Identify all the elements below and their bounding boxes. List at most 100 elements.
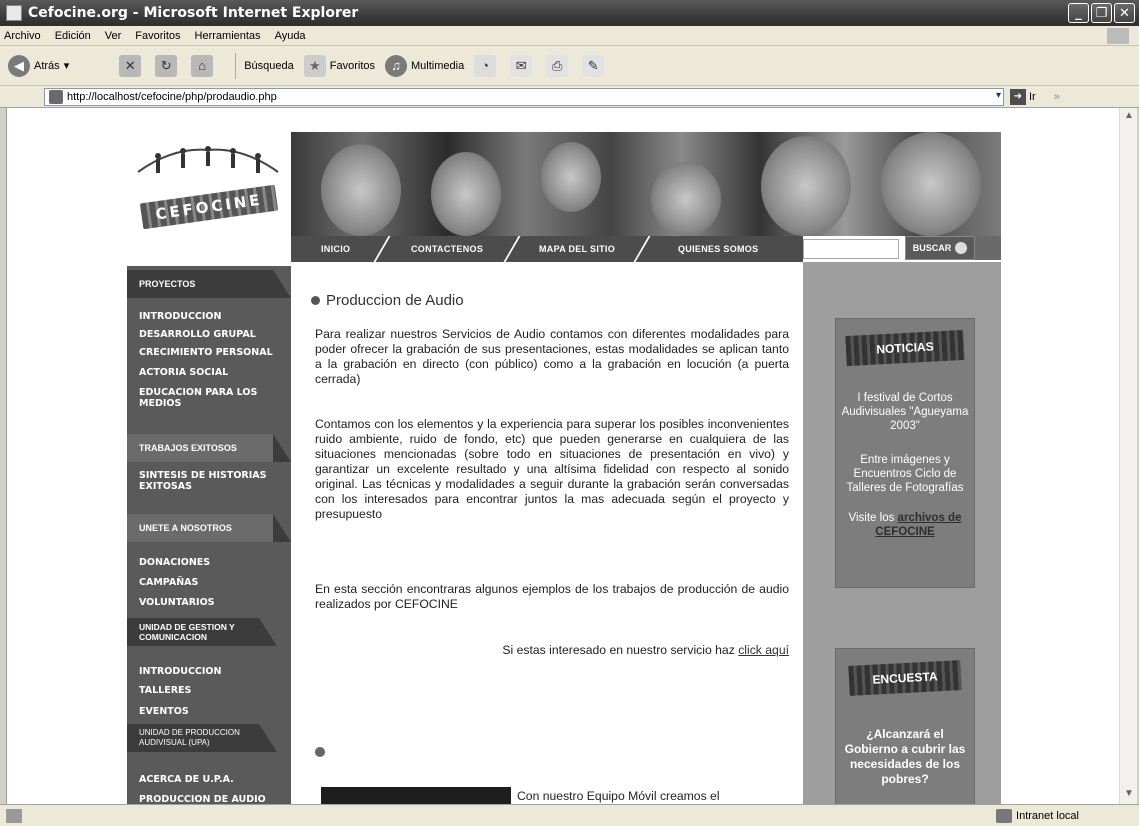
scroll-down-icon[interactable]: ▼ (1122, 788, 1136, 802)
menu-favoritos[interactable]: Favoritos (135, 30, 180, 42)
visit-text: Visite los (848, 512, 895, 524)
section-proyectos: PROYECTOS (127, 270, 291, 298)
print-button[interactable]: ⎙ (546, 54, 572, 77)
go-arrow-icon: ➜ (1010, 88, 1026, 105)
window-controls: _ ❐ ✕ (1068, 3, 1135, 23)
nav-quienes-somos[interactable]: QUIENES SOMOS (635, 236, 800, 262)
sidebar-item-donaciones[interactable]: DONACIONES (139, 557, 210, 568)
menu-bar: Archivo Edición Ver Favoritos Herramient… (0, 26, 1139, 46)
menu-archivo[interactable]: Archivo (4, 30, 41, 42)
bullet-icon (311, 296, 320, 305)
movil-text: Con nuestro Equipo Móvil creamos el (517, 789, 720, 803)
edit-button[interactable]: ✎ (582, 54, 608, 77)
sidebar-item-educacion-medios[interactable]: EDUCACION PARA LOS MEDIOS (139, 387, 285, 409)
print-icon: ⎙ (546, 54, 569, 77)
nav-contactenos[interactable]: CONTACTENOS (375, 236, 521, 262)
sidebar-item-voluntarios[interactable]: VOLUNTARIOS (139, 597, 215, 608)
noticias-card: NOTICIAS I festival de Cortos Audivisual… (835, 318, 975, 588)
site-search-button[interactable]: BUSCAR (905, 236, 975, 260)
bullet-icon (315, 747, 325, 757)
zone-label: Intranet local (1016, 809, 1079, 822)
sidebar-item-campanas[interactable]: CAMPAÑAS (139, 577, 198, 588)
links-toolbar[interactable]: » (1054, 91, 1060, 103)
page-title-text: Produccion de Audio (326, 292, 464, 309)
section-unete: UNETE A NOSOTROS (127, 514, 291, 542)
sidebar-item-introduccion-ugc[interactable]: INTRODUCCION (139, 666, 221, 677)
child-photo (541, 142, 601, 212)
nav-inicio[interactable]: INICIO (283, 236, 391, 262)
sidebar-item-actoria-social[interactable]: ACTORIA SOCIAL (139, 367, 228, 378)
minimize-button[interactable]: _ (1068, 3, 1089, 23)
menu-edicion[interactable]: Edición (55, 30, 91, 42)
stop-button[interactable]: ✕ (119, 54, 145, 77)
sidebar-item-produccion-audio[interactable]: PRODUCCION DE AUDIO (139, 794, 266, 804)
menu-ver[interactable]: Ver (105, 30, 122, 42)
vertical-scrollbar[interactable]: ▲ ▼ (1119, 108, 1137, 804)
favorites-button[interactable]: ★ Favoritos (303, 54, 376, 77)
paragraph-2: Contamos con los elementos y la experien… (315, 417, 789, 521)
section-trabajos-exitosos: TRABAJOS EXITOSOS (127, 434, 291, 462)
sidebar-item-talleres[interactable]: TALLERES (139, 685, 191, 696)
maximize-button[interactable]: ❐ (1091, 3, 1112, 23)
mail-icon: ✉ (510, 54, 533, 77)
page-status-icon (6, 808, 22, 823)
site-search-input[interactable] (803, 239, 899, 259)
contact-text: Si estas interesado en nuestro servicio … (502, 643, 735, 657)
sidebar-item-acerca-upa[interactable]: ACERCA DE U.P.A. (139, 774, 234, 785)
noticias-item-festival[interactable]: I festival de Cortos Audivisuales "Aguey… (836, 391, 974, 433)
cefocine-logo[interactable]: CEFOCINE (127, 138, 291, 230)
search-label: Búsqueda (244, 59, 294, 72)
window-titlebar: Cefocine.org - Microsoft Internet Explor… (0, 0, 1139, 26)
child-photo (651, 162, 721, 236)
history-icon: ◔ (474, 54, 497, 77)
address-input[interactable]: http://localhost/cefocine/php/prodaudio.… (44, 87, 1004, 106)
main-content: Produccion de Audio Para realizar nuestr… (291, 262, 803, 804)
address-url: http://localhost/cefocine/php/prodaudio.… (67, 90, 277, 103)
address-bar: http://localhost/cefocine/php/prodaudio.… (0, 86, 1139, 108)
toolbar-separator (235, 52, 237, 79)
sidebar-item-desarrollo-grupal[interactable]: DESARROLLO GRUPAL (139, 329, 256, 340)
menu-ayuda[interactable]: Ayuda (275, 30, 306, 42)
mobile-unit-thumbnail (321, 787, 511, 804)
refresh-button[interactable]: ↻ (155, 54, 181, 77)
contact-line: Si estas interesado en nuestro servicio … (315, 643, 789, 657)
back-dropdown-icon[interactable]: ▾ (64, 59, 70, 72)
mail-button[interactable]: ✉ (510, 54, 536, 77)
search-button-label: BUSCAR (912, 243, 952, 253)
search-button[interactable]: Búsqueda (244, 60, 294, 72)
favorites-label: Favoritos (329, 59, 376, 72)
go-button[interactable]: ➜ Ir (1010, 88, 1036, 105)
page-viewport: CEFOCINE INICIO CONTACTENOS MAPA DEL SIT… (6, 108, 1119, 804)
star-icon: ★ (303, 54, 326, 77)
back-button[interactable]: ◀ Atrás ▾ (8, 54, 70, 77)
magnifier-icon (955, 242, 968, 254)
logo-film-strip: CEFOCINE (139, 184, 279, 230)
nav-mapa-del-sitio[interactable]: MAPA DEL SITIO (505, 236, 651, 262)
click-aqui-link[interactable]: click aquí (738, 643, 789, 657)
intranet-icon (996, 808, 1013, 823)
scroll-up-icon[interactable]: ▲ (1122, 110, 1136, 124)
address-dropdown-icon[interactable]: ▾ (996, 90, 1001, 101)
sidebar-item-crecimiento-personal[interactable]: CRECIMIENTO PERSONAL (139, 347, 273, 358)
home-icon: ⌂ (191, 54, 214, 77)
sidebar-item-eventos[interactable]: EVENTOS (139, 706, 189, 717)
right-column: NOTICIAS I festival de Cortos Audivisual… (803, 262, 1001, 804)
page-title: Produccion de Audio (311, 292, 464, 309)
noticias-item-talleres[interactable]: Entre imágenes y Encuentros Ciclo de Tal… (836, 453, 974, 495)
section-unidad-gestion: UNIDAD DE GESTION Y COMUNICACION (127, 618, 277, 646)
history-button[interactable]: ◔ (474, 54, 500, 77)
menu-herramientas[interactable]: Herramientas (195, 30, 261, 42)
refresh-icon: ↻ (155, 54, 178, 77)
paragraph-1: Para realizar nuestros Servicios de Audi… (315, 327, 789, 386)
windows-flag-icon (1107, 28, 1129, 44)
sidebar-item-introduccion[interactable]: INTRODUCCION (139, 311, 221, 322)
sidebar-item-sintesis-historias[interactable]: SINTESIS DE HISTORIAS EXITOSAS (139, 470, 285, 492)
media-button[interactable]: ♫ Multimedia (385, 54, 465, 77)
encuesta-question: ¿Alcanzará el Gobierno a cubrir las nece… (844, 727, 966, 786)
edit-icon: ✎ (582, 54, 605, 77)
close-button[interactable]: ✕ (1114, 3, 1135, 23)
child-photo (881, 132, 981, 236)
media-label: Multimedia (411, 59, 465, 72)
security-zone: Intranet local (996, 808, 1079, 823)
home-button[interactable]: ⌂ (191, 54, 217, 77)
